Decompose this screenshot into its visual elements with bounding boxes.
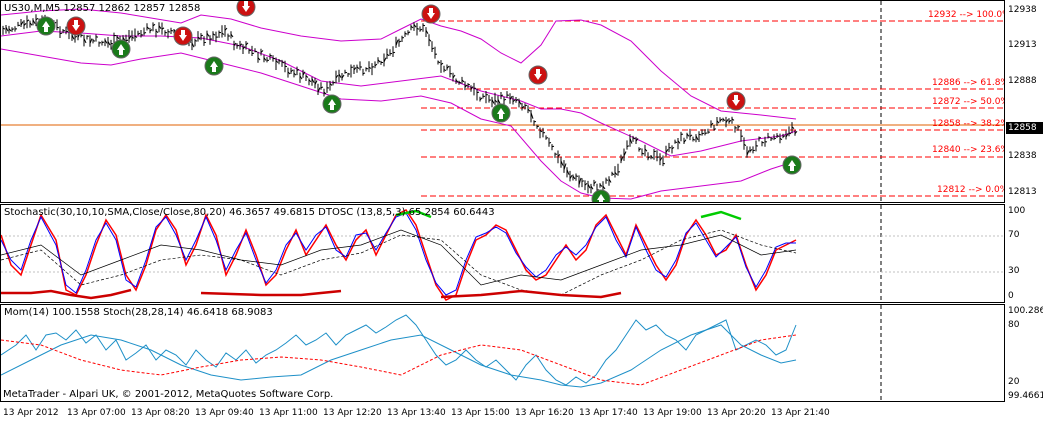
fib-label-100: 12932 --> 100.0% [928, 10, 1005, 20]
price-chart-svg [1, 1, 1004, 202]
price-bar-tick [605, 179, 609, 181]
bollinger-upper [1, 8, 797, 120]
price-bar-tick [11, 28, 15, 30]
price-bar-tick [773, 137, 777, 140]
price-bar-tick [476, 91, 480, 94]
bollinger-lower [1, 48, 797, 200]
stochastic-svg [1, 205, 1004, 302]
price-chart-pane[interactable]: US30,M,M5 12857 12862 12857 12858 12932 … [0, 0, 1005, 203]
price-bar-tick [701, 132, 705, 135]
stoch-level-label: 70 [1008, 230, 1020, 240]
price-label: 12888 [1008, 76, 1037, 86]
price-bar-tick [92, 40, 96, 42]
price-bar-tick [56, 26, 60, 29]
price-bar-tick [626, 145, 630, 147]
mom-level-label: 20 [1008, 377, 1020, 387]
stochastic-indicator-pane[interactable]: Stochastic(30,10,10,SMA,Close/Close,80,2… [0, 204, 1005, 303]
price-bar-tick [248, 49, 252, 52]
stochastic-header: Stochastic(30,10,10,SMA,Close/Close,80,2… [4, 207, 495, 218]
price-label: 12838 [1008, 151, 1037, 161]
price-bar-tick [713, 128, 717, 130]
current-price-box: 12858 [1006, 122, 1043, 134]
price-bar-tick [674, 141, 678, 143]
price-bar-tick [653, 150, 657, 153]
stoch-level-label: 100 [1008, 206, 1026, 216]
time-label: 13 Apr 13:40 [387, 408, 446, 418]
fib-label-236: 12840 --> 23.6% [932, 145, 1005, 155]
chart-header: US30,M,M5 12857 12862 12857 12858 [4, 3, 201, 14]
price-bar-tick [236, 44, 240, 47]
price-bar-tick [536, 125, 540, 128]
price-bar-tick [554, 153, 558, 155]
time-label: 13 Apr 09:40 [195, 408, 254, 418]
price-bar-tick [767, 136, 771, 138]
time-label: 13 Apr 20:20 [707, 408, 766, 418]
price-bar-tick [194, 40, 198, 42]
time-label: 13 Apr 21:40 [771, 408, 830, 418]
stochastic-oversold-highlight [1, 288, 132, 300]
price-label: 12938 [1008, 5, 1037, 15]
price-label: 12913 [1008, 40, 1037, 50]
fib-label-0: 12812 --> 0.0% [937, 185, 1005, 195]
time-label: 13 Apr 15:00 [451, 408, 510, 418]
fib-label-382: 12858 --> 38.2% [932, 119, 1005, 129]
price-label: 12813 [1008, 187, 1037, 197]
mom-level-label: 100.2866 [1008, 306, 1043, 316]
price-bar-tick [200, 34, 204, 37]
price-bar-tick [416, 28, 420, 30]
price-bar-tick [404, 32, 408, 35]
price-bar-tick [698, 133, 702, 136]
price-bar-tick [251, 52, 255, 55]
time-label: 13 Apr 19:00 [643, 408, 702, 418]
copyright-text: MetaTrader - Alpari UK, © 2001-2012, Met… [3, 389, 334, 400]
price-bar-tick [548, 142, 552, 144]
stoch-slow-main [1, 324, 797, 388]
price-bar-tick [575, 175, 579, 177]
price-bar-tick [581, 180, 585, 182]
signal-arrows [36, 1, 802, 202]
momentum-header: Mom(14) 100.1558 Stoch(28,28,14) 46.6418… [4, 307, 273, 318]
momentum-svg [1, 305, 882, 401]
price-bar-tick [278, 60, 282, 62]
fib-label-618: 12886 --> 61.8% [932, 78, 1005, 88]
price-bar-tick [59, 32, 63, 35]
stoch-level-label: 30 [1008, 266, 1020, 276]
price-bar-tick [2, 27, 6, 30]
time-label: 13 Apr 07:00 [67, 408, 126, 418]
momentum-indicator-pane[interactable]: Mom(14) 100.1558 Stoch(28,28,14) 46.6418… [0, 304, 1005, 402]
time-label: 13 Apr 17:40 [579, 408, 638, 418]
price-bar-tick [752, 149, 756, 152]
price-bar-tick [365, 67, 369, 70]
time-label: 13 Apr 12:20 [323, 408, 382, 418]
time-label: 13 Apr 08:20 [131, 408, 190, 418]
price-bar-tick [110, 42, 114, 45]
price-bar-tick [203, 41, 207, 44]
fib-label-50: 12872 --> 50.0% [932, 97, 1005, 107]
price-bar-tick [545, 137, 549, 139]
price-bar-tick [392, 51, 396, 54]
price-bar-tick [98, 42, 102, 44]
time-label: 13 Apr 11:00 [259, 408, 318, 418]
time-label: 13 Apr 16:20 [515, 408, 574, 418]
mom-level-label: 80 [1008, 320, 1020, 330]
stoch-level-label: 0 [1008, 291, 1014, 301]
mom-level-label: 99.4661 [1008, 391, 1043, 401]
time-label: 13 Apr 2012 [3, 408, 59, 418]
